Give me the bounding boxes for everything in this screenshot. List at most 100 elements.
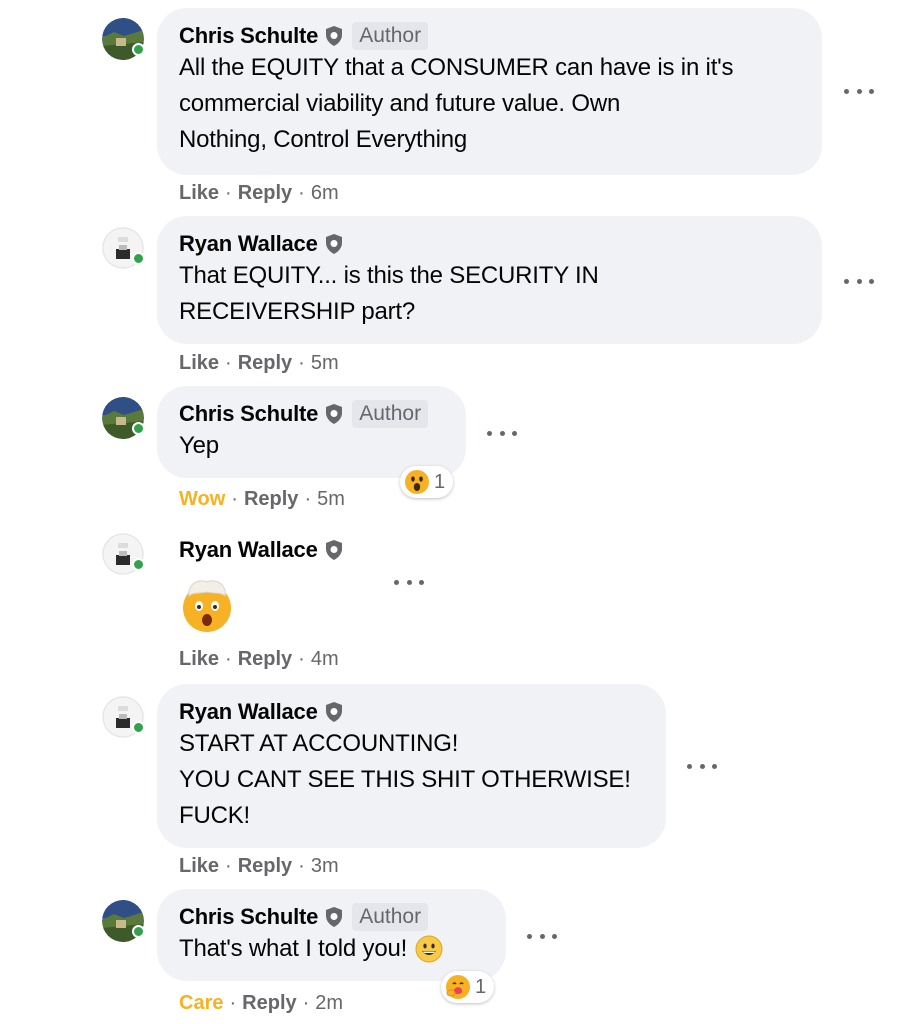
comment-bubble: Chris Schulte Author Yep [157,386,466,478]
separator: · [225,352,232,374]
more-options-button[interactable] [527,931,557,941]
dot-icon [419,579,424,585]
shield-icon [326,26,343,46]
separator: · [298,182,305,204]
separator: · [225,855,232,877]
comment-actions: Care · Reply · 2m [179,992,343,1015]
comment-actions: Wow · Reply · 5m [179,488,345,511]
dot-icon [869,278,874,284]
comment-actions: Like · Reply · 4m [179,648,339,671]
reaction-count: 1 [475,975,487,998]
like-button[interactable]: Like [179,855,219,878]
comment-author-name[interactable]: Chris Schulte [179,904,318,930]
online-status-indicator [132,422,145,435]
comment-bubble: Chris Schulte Author All the EQUITY that… [157,8,822,175]
comment-author-name[interactable]: Chris Schulte [179,401,318,427]
dot-icon [539,933,545,939]
grinning-emoji-icon [415,935,443,963]
timestamp[interactable]: 6m [311,182,339,205]
avatar[interactable] [102,397,145,439]
comment-bubble: Ryan Wallace START AT ACCOUNTING! YOU CA… [157,684,666,848]
comment-bubble: Ryan Wallace [157,522,397,632]
wow-reaction-button[interactable]: Wow [179,488,225,511]
avatar[interactable] [102,533,145,575]
dot-icon [406,579,412,585]
reply-button[interactable]: Reply [238,352,292,375]
reply-button[interactable]: Reply [238,855,292,878]
timestamp[interactable]: 3m [311,855,339,878]
separator: · [302,992,310,1014]
comment-author-name[interactable]: Chris Schulte [179,23,318,49]
comment-author-name[interactable]: Ryan Wallace [179,537,318,563]
dot-icon [394,579,399,585]
timestamp[interactable]: 5m [317,488,345,511]
dot-icon [527,933,532,939]
dot-icon [856,88,862,94]
care-emoji-icon [446,975,470,999]
separator: · [298,855,305,877]
author-badge: Author [352,903,429,931]
timestamp[interactable]: 4m [311,648,339,671]
comment-text: START AT ACCOUNTING! YOU CANT SEE THIS S… [179,730,631,829]
more-options-button[interactable] [844,276,874,286]
separator: · [225,648,232,670]
comment-author-name[interactable]: Ryan Wallace [179,231,318,257]
comment-text: Yep [179,432,219,459]
timestamp[interactable]: 2m [315,992,343,1015]
reply-button[interactable]: Reply [242,992,296,1015]
separator: · [304,488,312,510]
care-reaction-button[interactable]: Care [179,992,223,1015]
dot-icon [687,763,692,769]
comment-bubble: Ryan Wallace That EQUITY... is this the … [157,216,822,344]
separator: · [231,488,238,510]
reaction-summary[interactable]: 1 [400,466,454,498]
dot-icon [487,430,492,436]
avatar[interactable] [102,227,145,269]
like-button[interactable]: Like [179,352,219,375]
online-status-indicator [132,721,145,734]
online-status-indicator [132,252,145,265]
more-options-button[interactable] [687,761,717,771]
author-badge: Author [352,22,429,50]
separator: · [225,182,232,204]
dot-icon [699,763,705,769]
dot-icon [844,88,849,94]
reply-button[interactable]: Reply [238,182,292,205]
dot-icon [869,88,874,94]
wow-emoji-icon [405,470,429,494]
avatar[interactable] [102,696,145,738]
comment-text: That's what I told you! [179,935,408,962]
comment-text: All the EQUITY that a CONSUMER can have … [179,54,734,153]
like-button[interactable]: Like [179,648,219,671]
reaction-count: 1 [434,470,446,493]
exploding-head-emoji-icon [183,580,231,632]
more-options-button[interactable] [487,428,517,438]
comment-text: That EQUITY... is this the SECURITY IN R… [179,262,599,325]
shield-icon [325,234,342,254]
dot-icon [856,278,862,284]
separator: · [229,992,237,1014]
comment-actions: Like · Reply · 3m [179,855,339,878]
like-button[interactable]: Like [179,182,219,205]
online-status-indicator [132,558,145,571]
reply-button[interactable]: Reply [238,648,292,671]
more-options-button[interactable] [844,86,874,96]
online-status-indicator [132,925,145,938]
dot-icon [512,430,517,436]
reaction-summary[interactable]: 1 [441,971,495,1003]
comment-author-name[interactable]: Ryan Wallace [179,699,318,725]
shield-icon [326,404,343,424]
comment-actions: Like · Reply · 6m [179,182,339,205]
comment-actions: Like · Reply · 5m [179,352,339,375]
shield-icon [326,907,343,927]
separator: · [298,648,305,670]
more-options-button[interactable] [394,577,424,587]
avatar[interactable] [102,900,145,942]
avatar[interactable] [102,18,145,60]
reply-button[interactable]: Reply [244,488,298,511]
dot-icon [499,430,505,436]
dot-icon [552,933,557,939]
comment-bubble: Chris Schulte Author That's what I told … [157,889,506,981]
shield-icon [325,702,342,722]
timestamp[interactable]: 5m [311,352,339,375]
